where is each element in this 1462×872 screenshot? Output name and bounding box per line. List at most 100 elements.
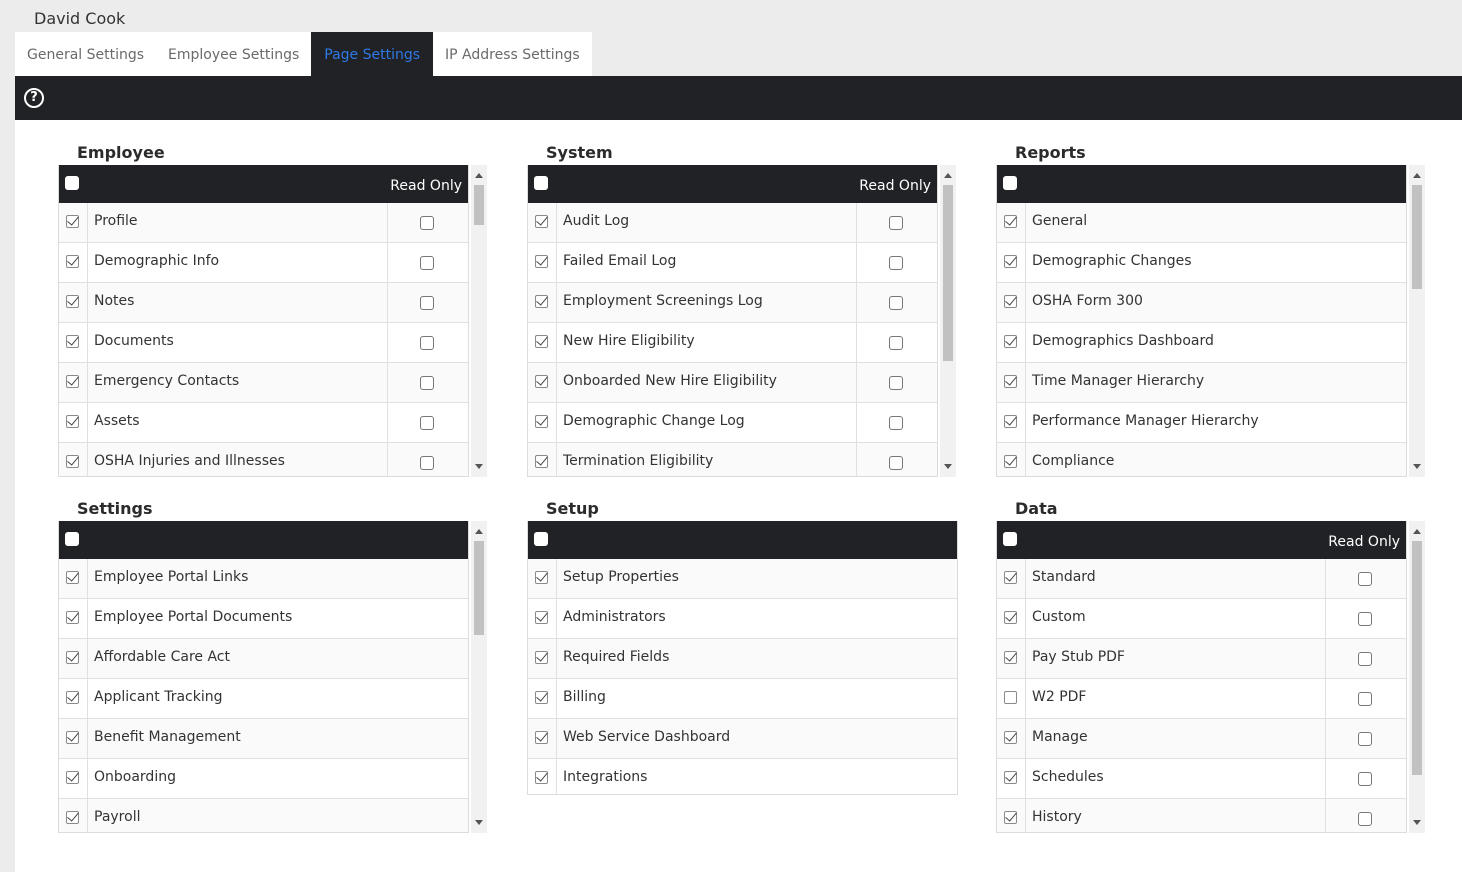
page-access-checkbox[interactable] [66, 415, 79, 428]
scroll-thumb[interactable] [474, 541, 484, 635]
page-access-checkbox[interactable] [535, 335, 548, 348]
read-only-checkbox[interactable] [420, 376, 434, 390]
read-only-checkbox[interactable] [889, 416, 903, 430]
page-access-checkbox[interactable] [1004, 455, 1017, 468]
select-all-checkbox[interactable] [534, 532, 548, 546]
scroll-up-arrow-icon[interactable] [475, 529, 483, 534]
scroll-down-arrow-icon[interactable] [475, 464, 483, 469]
page-access-checkbox[interactable] [1004, 215, 1017, 228]
read-only-checkbox[interactable] [1358, 732, 1372, 746]
page-access-checkbox[interactable] [535, 295, 548, 308]
scrollbar[interactable] [471, 165, 487, 477]
scroll-thumb[interactable] [943, 185, 953, 361]
page-access-checkbox[interactable] [535, 375, 548, 388]
row-checkbox-cell [997, 639, 1026, 678]
read-only-checkbox[interactable] [889, 336, 903, 350]
scroll-up-arrow-icon[interactable] [1413, 173, 1421, 178]
scroll-down-arrow-icon[interactable] [944, 464, 952, 469]
page-access-checkbox[interactable] [1004, 335, 1017, 348]
page-access-checkbox[interactable] [66, 811, 79, 824]
page-access-checkbox[interactable] [66, 691, 79, 704]
tab-employee-settings[interactable]: Employee Settings [156, 32, 312, 76]
page-access-checkbox[interactable] [535, 651, 548, 664]
table-row: Administrators [528, 599, 957, 639]
scroll-up-arrow-icon[interactable] [944, 173, 952, 178]
page-access-checkbox[interactable] [535, 771, 548, 784]
page-access-checkbox[interactable] [535, 611, 548, 624]
scrollbar[interactable] [1409, 165, 1425, 477]
read-only-checkbox[interactable] [1358, 692, 1372, 706]
page-access-checkbox[interactable] [1004, 771, 1017, 784]
page-access-checkbox[interactable] [1004, 255, 1017, 268]
row-checkbox-cell [997, 323, 1026, 362]
read-only-checkbox[interactable] [420, 416, 434, 430]
scroll-down-arrow-icon[interactable] [475, 820, 483, 825]
read-only-checkbox[interactable] [1358, 812, 1372, 826]
page-access-checkbox[interactable] [535, 731, 548, 744]
scroll-down-arrow-icon[interactable] [1413, 820, 1421, 825]
page-access-checkbox[interactable] [1004, 571, 1017, 584]
read-only-checkbox[interactable] [889, 456, 903, 470]
page-access-checkbox[interactable] [66, 571, 79, 584]
read-only-checkbox[interactable] [889, 256, 903, 270]
scroll-down-arrow-icon[interactable] [1413, 464, 1421, 469]
page-access-checkbox[interactable] [66, 295, 79, 308]
read-only-checkbox[interactable] [420, 216, 434, 230]
scroll-thumb[interactable] [1412, 185, 1422, 289]
table-row: Time Manager Hierarchy [997, 363, 1406, 403]
read-only-checkbox[interactable] [420, 456, 434, 470]
scroll-up-arrow-icon[interactable] [475, 173, 483, 178]
read-only-checkbox[interactable] [420, 296, 434, 310]
read-only-checkbox[interactable] [889, 216, 903, 230]
page-access-checkbox[interactable] [1004, 731, 1017, 744]
page-access-checkbox[interactable] [1004, 611, 1017, 624]
select-all-checkbox[interactable] [1003, 532, 1017, 546]
page-access-checkbox[interactable] [66, 731, 79, 744]
row-checkbox-cell [997, 443, 1026, 476]
row-label: Demographics Dashboard [1032, 333, 1214, 349]
scrollbar[interactable] [1409, 521, 1425, 833]
page-access-checkbox[interactable] [1004, 375, 1017, 388]
read-only-checkbox[interactable] [889, 376, 903, 390]
read-only-checkbox[interactable] [1358, 612, 1372, 626]
read-only-checkbox[interactable] [420, 336, 434, 350]
scroll-up-arrow-icon[interactable] [1413, 529, 1421, 534]
scrollbar[interactable] [471, 521, 487, 833]
page-access-checkbox[interactable] [66, 771, 79, 784]
page-access-checkbox[interactable] [1004, 651, 1017, 664]
page-access-checkbox[interactable] [66, 375, 79, 388]
page-access-checkbox[interactable] [1004, 415, 1017, 428]
read-only-checkbox[interactable] [889, 296, 903, 310]
page-access-checkbox[interactable] [1004, 691, 1017, 704]
page-access-checkbox[interactable] [1004, 811, 1017, 824]
select-all-checkbox[interactable] [1003, 176, 1017, 190]
tab-page-settings[interactable]: Page Settings [311, 32, 434, 76]
page-access-checkbox[interactable] [535, 215, 548, 228]
page-access-checkbox[interactable] [535, 415, 548, 428]
read-only-cell [1325, 559, 1406, 598]
read-only-checkbox[interactable] [1358, 572, 1372, 586]
page-access-checkbox[interactable] [66, 255, 79, 268]
page-access-checkbox[interactable] [66, 455, 79, 468]
page-access-checkbox[interactable] [66, 335, 79, 348]
select-all-checkbox[interactable] [65, 176, 79, 190]
select-all-checkbox[interactable] [534, 176, 548, 190]
scroll-thumb[interactable] [1412, 541, 1422, 775]
scrollbar[interactable] [940, 165, 956, 477]
page-access-checkbox[interactable] [535, 691, 548, 704]
page-access-checkbox[interactable] [535, 255, 548, 268]
page-access-checkbox[interactable] [66, 611, 79, 624]
page-access-checkbox[interactable] [66, 215, 79, 228]
select-all-checkbox[interactable] [65, 532, 79, 546]
tab-ip-address-settings[interactable]: IP Address Settings [433, 32, 592, 76]
read-only-checkbox[interactable] [1358, 652, 1372, 666]
page-access-checkbox[interactable] [535, 455, 548, 468]
read-only-checkbox[interactable] [420, 256, 434, 270]
question-circle-icon[interactable]: ? [24, 88, 44, 108]
scroll-thumb[interactable] [474, 185, 484, 225]
read-only-checkbox[interactable] [1358, 772, 1372, 786]
tab-general-settings[interactable]: General Settings [15, 32, 157, 76]
page-access-checkbox[interactable] [535, 571, 548, 584]
page-access-checkbox[interactable] [1004, 295, 1017, 308]
page-access-checkbox[interactable] [66, 651, 79, 664]
